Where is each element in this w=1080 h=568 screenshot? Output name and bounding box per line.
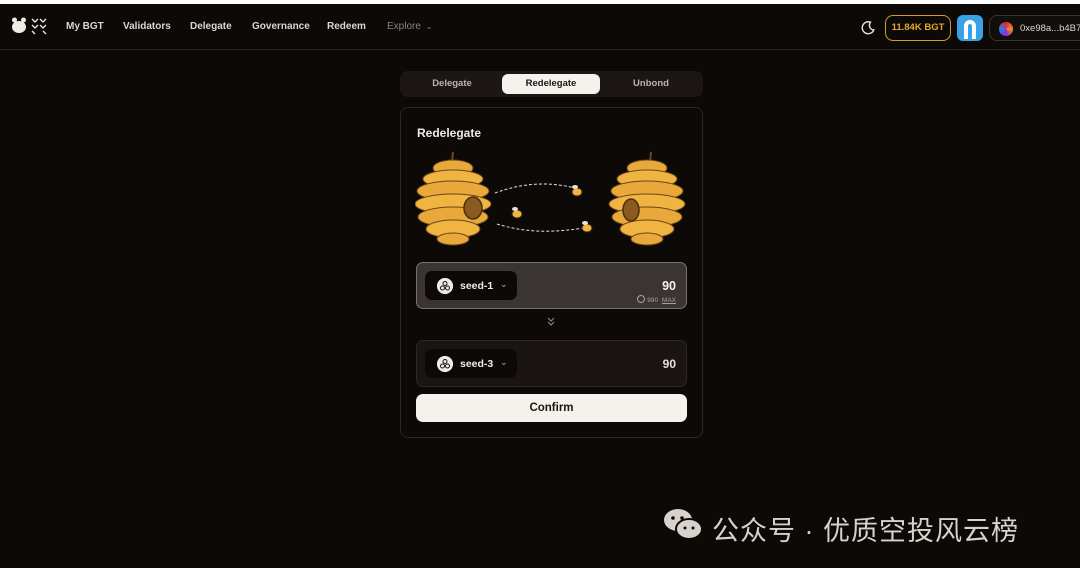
clock-icon — [637, 295, 646, 303]
from-validator-select[interactable]: seed-1 ⌄ — [425, 271, 517, 300]
account-avatar — [999, 22, 1013, 36]
account-button[interactable]: 0xe98a...b4B7 — [989, 15, 1080, 41]
card-title: Redelegate — [417, 126, 482, 140]
watermark-text: 公众号 · 优质空投风云榜 — [712, 516, 1019, 546]
to-amount: 90 — [662, 357, 676, 371]
double-chevron-down-icon — [547, 317, 555, 326]
chevron-down-icon: ⌄ — [500, 357, 508, 367]
nav-my-bgt[interactable]: My BGT — [66, 21, 104, 32]
max-button[interactable]: MAX — [662, 297, 676, 304]
bee-icon — [581, 221, 593, 233]
validator-avatar — [437, 278, 453, 294]
tab-redelegate[interactable]: Redelegate — [502, 74, 600, 94]
amount-input[interactable] — [566, 277, 676, 295]
tab-unbond[interactable]: Unbond — [602, 74, 700, 94]
validator-avatar — [437, 356, 453, 372]
chevron-down-icon: ⌄ — [500, 279, 508, 289]
from-validator-field: seed-1 ⌄ 990 MAX — [416, 262, 687, 309]
validator-logo-icon — [437, 278, 453, 294]
confirm-button[interactable]: Confirm — [416, 394, 687, 422]
nav-validators[interactable]: Validators — [123, 21, 171, 32]
to-validator-name: seed-3 — [460, 358, 494, 370]
bee-icon — [571, 185, 583, 197]
wallet-icon[interactable] — [957, 15, 983, 41]
nav-explore-label: Explore — [387, 21, 421, 32]
redelegate-card: Redelegate seed-1 ⌄ 90 990 MAX seed-3 ⌄ … — [400, 107, 703, 438]
beehive-left-icon — [415, 151, 492, 246]
to-validator-field: seed-3 ⌄ 90 — [416, 340, 687, 387]
bee-icon — [511, 207, 523, 219]
nav-redeem[interactable]: Redeem — [327, 21, 366, 32]
beehive-right-icon — [608, 151, 686, 246]
wechat-icon — [664, 509, 703, 540]
nav-governance[interactable]: Governance — [252, 21, 310, 32]
nav-explore[interactable]: Explore ⌄ — [387, 21, 432, 32]
delegation-tabs: Delegate Redelegate Unbond — [400, 71, 703, 97]
bear-logo-icon[interactable] — [11, 17, 47, 35]
to-validator-select[interactable]: seed-3 ⌄ — [425, 349, 517, 378]
wallet-logo-icon — [964, 20, 976, 39]
tab-delegate[interactable]: Delegate — [403, 74, 501, 94]
account-address: 0xe98a...b4B7 — [1020, 23, 1080, 34]
beehives-illustration — [415, 151, 686, 246]
top-navbar: My BGT Validators Delegate Governance Re… — [0, 4, 1080, 50]
validator-logo-icon — [437, 356, 453, 372]
bgt-balance-badge[interactable]: 11.84K BGT — [885, 15, 951, 41]
chevron-down-icon: ⌄ — [425, 22, 433, 31]
available-amount: 990 — [647, 297, 659, 304]
nav-delegate[interactable]: Delegate — [190, 21, 232, 32]
moon-icon[interactable] — [860, 20, 876, 36]
from-validator-name: seed-1 — [460, 280, 494, 292]
available-balance: 990 MAX — [637, 295, 676, 304]
